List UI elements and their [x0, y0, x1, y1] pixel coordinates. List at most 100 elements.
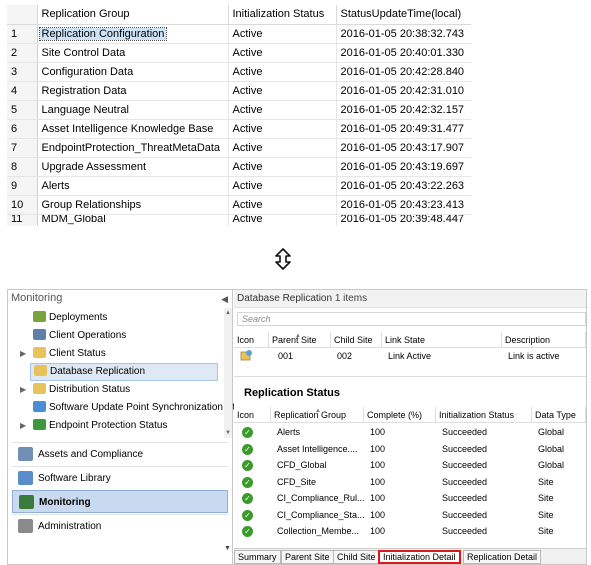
results-cell-time: 2016-01-05 20:42:28.840 — [336, 62, 471, 82]
nav-item-label: Deployments — [49, 312, 108, 323]
status-cell-init-status: Succeeded — [442, 427, 488, 437]
status-row[interactable]: ✓ Collection_Membe... 100 Succeeded Site — [234, 524, 586, 540]
results-header-time[interactable]: StatusUpdateTime(local) — [336, 5, 471, 25]
results-row[interactable]: 5 Language Neutral Active 2016-01-05 20:42:… — [7, 100, 471, 120]
nav-item-database-replication[interactable]: Database Replication — [30, 363, 218, 381]
results-row[interactable]: 11 MDM_Global Active 2016-01-05 20:39:48.44… — [7, 214, 471, 226]
results-cell-group: Site Control Data — [37, 43, 229, 63]
details-pane: Database Replication 1 items Search Icon… — [234, 290, 586, 564]
nav-item-endpoint-protection-status[interactable]: ▶ Endpoint Protection Status — [20, 417, 168, 435]
status-cell-group: CI_Compliance_Rul... — [277, 493, 365, 503]
status-header-init-status[interactable]: Initialization Status — [436, 407, 532, 423]
results-row[interactable]: 3 Configuration Data Active 2016-01-05 20:4… — [7, 62, 471, 82]
search-input[interactable]: Search — [237, 312, 586, 326]
status-cell-complete: 100 — [370, 493, 386, 503]
results-row[interactable]: 2 Site Control Data Active 2016-01-05 20:40… — [7, 43, 471, 63]
results-row[interactable]: 10 Group Relationships Active 2016-01-05 20… — [7, 195, 471, 215]
splitter[interactable] — [234, 376, 586, 377]
results-row[interactable]: 9 Alerts Active 2016-01-05 20:43:22.263 — [7, 176, 471, 196]
nav-item-label: Software Update Point Synchronization St… — [49, 402, 241, 413]
up-down-arrow-icon — [275, 248, 291, 270]
results-cell-status: Active — [228, 214, 337, 226]
nav-item-deployments[interactable]: Deployments — [33, 309, 107, 327]
success-check-icon: ✓ — [238, 425, 253, 440]
nav-item-label: Distribution Status — [49, 384, 131, 395]
status-cell-complete: 100 — [370, 460, 386, 470]
expand-arrow-icon[interactable]: ▶ — [20, 345, 26, 363]
workspace-monitoring[interactable]: Monitoring — [12, 490, 228, 513]
expand-arrow-icon[interactable]: ▶ — [20, 417, 26, 435]
nav-item-label: Client Status — [49, 348, 106, 359]
monitoring-icon — [19, 495, 34, 509]
results-row[interactable]: 7 EndpointProtection_ThreatMetaData Active… — [7, 138, 471, 158]
results-row-number: 2 — [7, 43, 38, 63]
link-state: Link Active — [388, 351, 432, 361]
link-row[interactable]: 001 002 Link Active Link is active — [234, 349, 586, 364]
replication-status-list: Icon ▲ Replication Group Complete (%) In… — [234, 407, 586, 547]
results-row-number: 9 — [7, 176, 38, 196]
status-cell-data-type: Site — [538, 493, 554, 503]
results-row[interactable]: 8 Upgrade Assessment Active 2016-01-05 20:4… — [7, 157, 471, 177]
status-header-group[interactable]: ▲ Replication Group — [271, 407, 364, 423]
status-cell-init-status: Succeeded — [442, 526, 488, 536]
links-header-description[interactable]: Description — [502, 332, 586, 348]
tab-replication-detail[interactable]: Replication Detail — [463, 550, 542, 564]
status-cell-complete: 100 — [370, 443, 386, 454]
success-check-icon: ✓ — [238, 442, 253, 457]
workspace-administration[interactable]: Administration — [12, 514, 228, 537]
nav-item-client-operations[interactable]: Client Operations — [33, 327, 126, 345]
nav-item-distribution-status[interactable]: ▶ Distribution Status — [20, 381, 131, 399]
nav-tree-scrollbar[interactable]: ▲ ▼ — [224, 308, 232, 438]
success-check-icon: ✓ — [238, 458, 253, 473]
status-row[interactable]: ✓ Asset Intelligence.... 100 Succeeded Globa… — [234, 442, 586, 458]
scroll-up-icon[interactable]: ▲ — [225, 310, 231, 316]
workspace-software-library[interactable]: Software Library — [12, 466, 228, 489]
results-row[interactable]: 4 Registration Data Active 2016-01-05 20:42… — [7, 81, 471, 101]
expand-arrow-icon[interactable]: ▼ — [224, 545, 231, 552]
status-cell-complete: 100 — [370, 526, 386, 536]
status-cell-init-status: Succeeded — [442, 476, 488, 487]
results-cell-group: Language Neutral — [37, 100, 229, 120]
tab-parent-site[interactable]: Parent Site — [281, 550, 334, 564]
results-row-number: 11 — [7, 214, 38, 226]
status-row[interactable]: ✓ CFD_Site 100 Succeeded Site — [234, 475, 586, 491]
status-row[interactable]: ✓ CFD_Global 100 Succeeded Global — [234, 458, 586, 474]
results-row-number: 1 — [7, 24, 38, 44]
workspace-assets-and-compliance[interactable]: Assets and Compliance — [12, 442, 228, 465]
tab-initialization-detail[interactable]: Initialization Detail — [378, 550, 461, 564]
client-operations-icon — [33, 329, 46, 340]
results-header-status[interactable]: Initialization Status — [228, 5, 337, 25]
configmgr-console: Monitoring ◀ Deployments Client Operation… — [7, 289, 587, 565]
workspace-label: Monitoring — [39, 497, 91, 508]
sort-up-icon: ▲ — [315, 408, 321, 414]
tab-child-site[interactable]: Child Site — [333, 550, 380, 564]
results-row[interactable]: 1 Replication Configuration Active 2016-01-… — [7, 24, 471, 44]
nav-item-label: Endpoint Protection Status — [49, 420, 168, 431]
expand-arrow-icon[interactable]: ▶ — [20, 381, 26, 399]
nav-item-software-update-point-synchronization-sta[interactable]: Software Update Point Synchronization St… — [33, 399, 241, 417]
status-row[interactable]: ✓ Alerts 100 Succeeded Global — [234, 425, 586, 441]
link-description: Link is active — [508, 351, 560, 361]
results-cell-time: 2016-01-05 20:38:32.743 — [336, 24, 471, 44]
results-row[interactable]: 6 Asset Intelligence Knowledge Base Active… — [7, 119, 471, 139]
scroll-down-icon[interactable]: ▼ — [225, 430, 231, 436]
links-header-parent-site[interactable]: ▲ Parent Site — [269, 332, 331, 348]
results-cell-status: Active — [228, 176, 337, 196]
status-header-complete[interactable]: Complete (%) — [364, 407, 436, 423]
status-row[interactable]: ✓ CI_Compliance_Sta... 100 Succeeded Site — [234, 508, 586, 524]
status-row[interactable]: ✓ CI_Compliance_Rul... 100 Succeeded Site — [234, 491, 586, 507]
nav-item-client-status[interactable]: ▶ Client Status — [20, 345, 106, 363]
results-cell-time: 2016-01-05 20:43:19.697 — [336, 157, 471, 177]
success-check-icon: ✓ — [238, 524, 253, 539]
chevron-left-icon[interactable]: ◀ — [221, 294, 228, 305]
results-header-group[interactable]: Replication Group — [37, 5, 229, 25]
sort-up-icon: ▲ — [295, 333, 301, 339]
links-header-icon[interactable]: Icon — [234, 332, 269, 348]
status-header-data-type[interactable]: Data Type — [532, 407, 586, 423]
tab-summary[interactable]: Summary — [234, 550, 281, 564]
links-header-child-site[interactable]: Child Site — [331, 332, 382, 348]
status-header-icon[interactable]: Icon — [234, 407, 271, 423]
links-header-link-state[interactable]: Link State — [382, 332, 502, 348]
results-row-number: 6 — [7, 119, 38, 139]
status-cell-group: CFD_Global — [277, 460, 327, 470]
